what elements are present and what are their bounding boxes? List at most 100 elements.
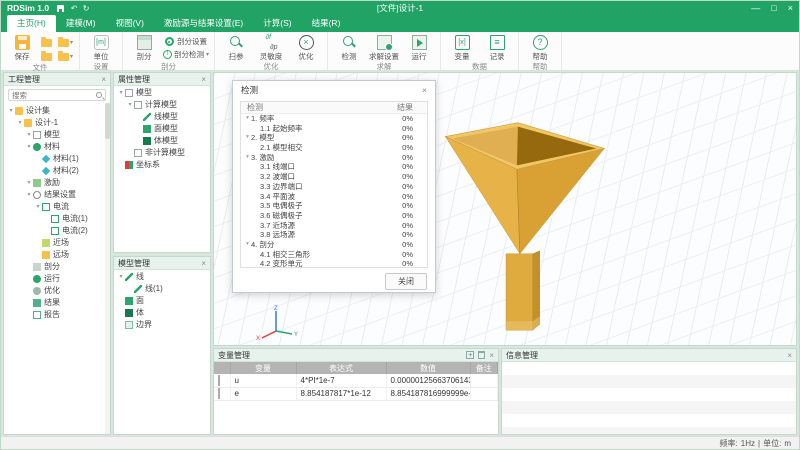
tree-item[interactable]: 结果 <box>4 297 110 309</box>
tree-item[interactable]: 材料(1) <box>4 153 110 165</box>
tree-item[interactable]: 面 <box>114 295 210 307</box>
tree-item[interactable]: 电流(2) <box>4 225 110 237</box>
expander-icon[interactable] <box>34 237 42 249</box>
expander-icon[interactable] <box>253 143 260 153</box>
viewport-3d[interactable]: Z X Y 检测 × 检测 结果 ▾1. 频率0% 1.1 起始频率0 <box>213 72 797 346</box>
expander-icon[interactable] <box>117 159 125 171</box>
file-folder-button[interactable]: ▾ <box>58 36 74 49</box>
maximize-icon[interactable]: □ <box>771 3 776 13</box>
solve-button[interactable]: 求解设置 <box>368 34 400 62</box>
check-row[interactable]: 3.5 电偶极子0% <box>241 201 427 211</box>
tree-item[interactable]: ▾线 <box>114 271 210 283</box>
tree-item[interactable]: 电流(1) <box>4 213 110 225</box>
table-row[interactable]: e 8.854187817*1e-12 8.854187816999999e-.… <box>214 387 498 400</box>
expander-icon[interactable]: ▾ <box>126 99 134 111</box>
tree-item[interactable]: 边界 <box>114 319 210 331</box>
close-icon[interactable]: × <box>201 259 206 268</box>
check-row[interactable]: 4.2 变形单元0% <box>241 259 427 268</box>
expander-icon[interactable] <box>135 111 143 123</box>
minimize-icon[interactable]: — <box>751 3 760 13</box>
expander-icon[interactable] <box>253 172 260 182</box>
check-row[interactable]: ▾2. 模型0% <box>241 133 427 143</box>
tree-item[interactable]: 体模型 <box>114 135 210 147</box>
solve-button[interactable]: 运行 <box>403 34 435 62</box>
tree-item[interactable]: 非计算模型 <box>114 147 210 159</box>
expander-icon[interactable] <box>25 285 33 297</box>
table-row[interactable]: u 4*PI*1e-7 0.00000125663706143... <box>214 374 498 387</box>
expander-icon[interactable]: ▾ <box>117 271 125 283</box>
check-row[interactable]: 3.7 近场源0% <box>241 221 427 231</box>
unit-button[interactable]: 单位 <box>85 34 117 62</box>
check-row[interactable]: 1.1 起始频率0% <box>241 124 427 134</box>
expander-icon[interactable] <box>253 211 260 221</box>
tree-item[interactable]: 材料(2) <box>4 165 110 177</box>
check-row[interactable]: 3.4 平面波0% <box>241 192 427 202</box>
expander-icon[interactable]: ▾ <box>244 240 251 250</box>
close-icon[interactable]: × <box>422 85 427 95</box>
tree-item[interactable]: 线模型 <box>114 111 210 123</box>
tree-item[interactable]: 面模型 <box>114 123 210 135</box>
check-row[interactable]: ▾4. 剖分0% <box>241 240 427 250</box>
tree-item[interactable]: ▾模型 <box>4 129 110 141</box>
expander-icon[interactable] <box>135 123 143 135</box>
expander-icon[interactable] <box>43 225 51 237</box>
file-folder-button[interactable]: ▾ <box>58 50 74 63</box>
close-icon[interactable]: × <box>201 75 206 84</box>
expander-icon[interactable]: ▾ <box>117 87 125 99</box>
tree-item[interactable]: 近场 <box>4 237 110 249</box>
expander-icon[interactable] <box>126 283 134 295</box>
add-variable-icon[interactable] <box>466 351 474 359</box>
delete-variable-icon[interactable] <box>478 351 485 359</box>
menu-tab[interactable]: 激励源与结果设置(E) <box>154 15 253 32</box>
tree-item[interactable]: ▾结果设置 <box>4 189 110 201</box>
check-row[interactable]: 3.8 远场源0% <box>241 230 427 240</box>
tree-item[interactable]: ▾设计-1 <box>4 117 110 129</box>
tree-item[interactable]: 报告 <box>4 309 110 321</box>
expander-icon[interactable]: ▾ <box>25 177 33 189</box>
menu-tab[interactable]: 视图(V) <box>106 15 154 32</box>
file-folder-button[interactable] <box>41 36 57 49</box>
menu-tab[interactable]: 主页(H) <box>7 15 56 32</box>
expander-icon[interactable] <box>117 307 125 319</box>
expander-icon[interactable] <box>253 221 260 231</box>
mesh-button[interactable]: 剖分 <box>128 34 160 62</box>
expander-icon[interactable]: ▾ <box>16 117 24 129</box>
close-icon[interactable]: × <box>787 351 792 360</box>
expander-icon[interactable]: ▾ <box>244 153 251 163</box>
expander-icon[interactable]: ▾ <box>244 133 251 143</box>
check-row[interactable]: 3.1 线端口0% <box>241 162 427 172</box>
expander-icon[interactable] <box>25 273 33 285</box>
file-folder-button[interactable] <box>41 50 57 63</box>
expander-icon[interactable] <box>253 230 260 240</box>
expander-icon[interactable] <box>253 201 260 211</box>
tree-item[interactable]: 坐标系 <box>114 159 210 171</box>
solve-button[interactable]: 检测 <box>333 34 365 62</box>
save-button[interactable]: 保存 <box>6 34 38 62</box>
close-icon[interactable]: × <box>101 75 106 84</box>
undo-icon[interactable]: ↶ <box>68 4 80 13</box>
expander-icon[interactable] <box>253 250 260 260</box>
mesh-small-button[interactable]: 剖分检测▾ <box>163 49 209 60</box>
menu-tab[interactable]: 计算(S) <box>253 15 301 32</box>
expander-icon[interactable] <box>253 192 260 202</box>
scrollbar[interactable] <box>105 103 110 434</box>
quick-save-icon[interactable] <box>57 5 64 12</box>
search-input[interactable] <box>12 91 96 100</box>
check-row[interactable]: 3.3 边界端口0% <box>241 182 427 192</box>
expander-icon[interactable] <box>253 259 260 268</box>
check-row[interactable]: 3.6 磁偶极子0% <box>241 211 427 221</box>
expander-icon[interactable]: ▾ <box>25 141 33 153</box>
tree-item[interactable]: 剖分 <box>4 261 110 273</box>
tree-item[interactable]: 优化 <box>4 285 110 297</box>
row-checkbox[interactable] <box>218 388 220 399</box>
expander-icon[interactable] <box>126 147 134 159</box>
check-row[interactable]: ▾3. 激励0% <box>241 153 427 163</box>
close-button[interactable]: 关闭 <box>385 273 427 290</box>
expander-icon[interactable] <box>34 249 42 261</box>
menu-tab[interactable]: 建模(M) <box>56 15 106 32</box>
expander-icon[interactable]: ▾ <box>25 129 33 141</box>
expander-icon[interactable]: ▾ <box>244 114 251 124</box>
expander-icon[interactable] <box>43 213 51 225</box>
expander-icon[interactable]: ▾ <box>25 189 33 201</box>
expander-icon[interactable] <box>117 319 125 331</box>
